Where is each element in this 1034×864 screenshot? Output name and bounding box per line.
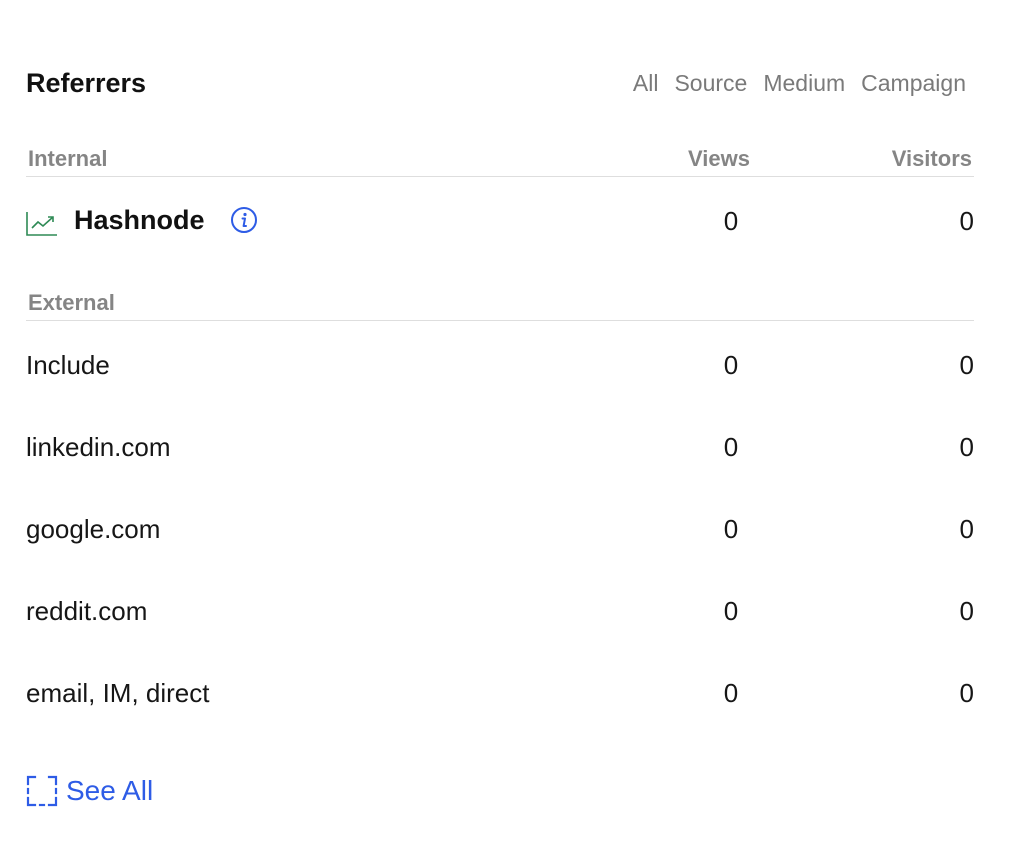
external-row[interactable]: linkedin.com 0 0: [26, 432, 974, 480]
referrers-panel: Referrers All Source Medium Campaign Int…: [0, 0, 1034, 864]
external-row[interactable]: email, IM, direct 0 0: [26, 678, 974, 726]
internal-header-row: Internal Views Visitors: [26, 146, 974, 177]
hashnode-visitors: 0: [959, 206, 974, 236]
see-all-button[interactable]: See All: [26, 775, 153, 807]
info-icon[interactable]: [230, 206, 258, 234]
hashnode-views: 0: [723, 206, 739, 236]
filter-tabs: All Source Medium Campaign: [633, 70, 966, 97]
referrer-visitors: 0: [959, 350, 974, 380]
filter-all[interactable]: All: [633, 70, 659, 97]
internal-row-hashnode[interactable]: Hashnode 0 0: [26, 205, 974, 254]
external-row[interactable]: reddit.com 0 0: [26, 596, 974, 644]
expand-icon: [26, 775, 58, 807]
filter-campaign[interactable]: Campaign: [861, 70, 966, 97]
referrer-label: email, IM, direct: [26, 678, 210, 708]
external-row[interactable]: google.com 0 0: [26, 514, 974, 562]
referrer-visitors: 0: [959, 432, 974, 462]
referrer-visitors: 0: [959, 596, 974, 626]
external-row[interactable]: Include 0 0: [26, 350, 974, 398]
referrer-label: linkedin.com: [26, 432, 171, 462]
referrer-label: Include: [26, 350, 110, 380]
trend-chart-icon: [26, 212, 57, 236]
referrer-views: 0: [723, 678, 739, 708]
filter-medium[interactable]: Medium: [763, 70, 845, 97]
external-header-row: External: [26, 290, 974, 321]
referrer-views: 0: [723, 596, 739, 626]
referrer-label: reddit.com: [26, 596, 148, 626]
filter-source[interactable]: Source: [674, 70, 747, 97]
referrer-views: 0: [723, 350, 739, 380]
internal-header: Internal: [28, 146, 108, 171]
panel-title: Referrers: [26, 68, 147, 98]
external-header: External: [28, 290, 115, 315]
views-column-header: Views: [688, 146, 750, 171]
referrer-views: 0: [723, 432, 739, 462]
referrer-views: 0: [723, 514, 739, 544]
hashnode-label: Hashnode: [74, 205, 205, 235]
referrer-label: google.com: [26, 514, 161, 544]
visitors-column-header: Visitors: [891, 146, 972, 171]
referrer-visitors: 0: [959, 514, 974, 544]
referrer-visitors: 0: [959, 678, 974, 708]
see-all-label: See All: [66, 775, 154, 806]
